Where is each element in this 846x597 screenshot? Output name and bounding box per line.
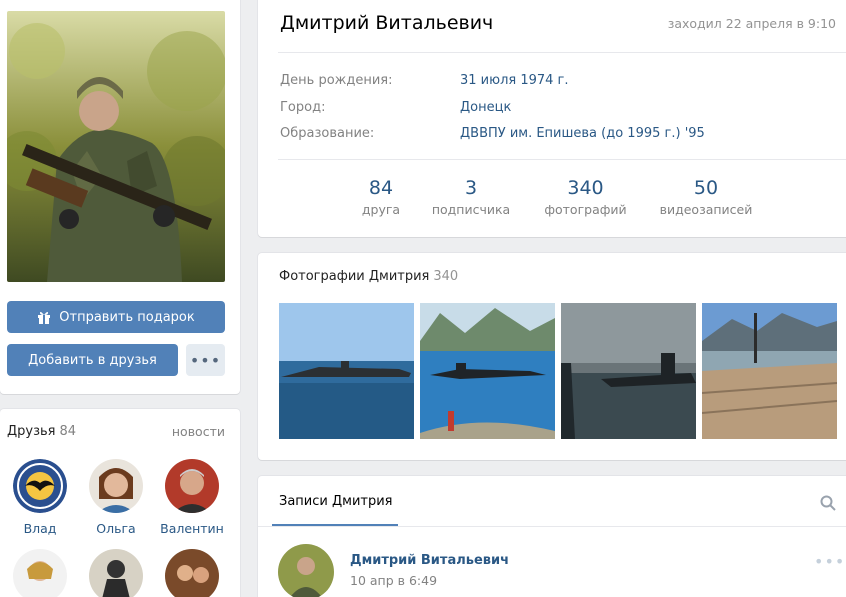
friend-item[interactable] xyxy=(81,549,151,597)
profile-photo[interactable] xyxy=(7,11,225,282)
counter-value: 84 xyxy=(368,177,394,199)
send-gift-label: Отправить подарок xyxy=(59,309,195,325)
more-actions-button[interactable]: ••• xyxy=(186,344,225,376)
wall-block: Записи Дмитрия Дмитрий Витальевич 10 апр… xyxy=(258,476,846,597)
send-gift-button[interactable]: Отправить подарок xyxy=(7,301,225,333)
friend-avatar xyxy=(165,549,219,597)
friend-item[interactable] xyxy=(5,549,75,597)
friend-avatar xyxy=(165,459,219,513)
photo-thumbnail[interactable] xyxy=(279,303,414,439)
photos-count: 340 xyxy=(433,269,459,284)
counter-value: 340 xyxy=(567,177,604,199)
friend-avatar xyxy=(13,549,67,597)
counter-label: фотографий xyxy=(544,202,627,217)
friends-header[interactable]: Друзья 84 xyxy=(7,424,76,439)
photo-thumbnail[interactable] xyxy=(702,303,837,439)
photo-thumbnail[interactable] xyxy=(420,303,555,439)
divider xyxy=(278,52,846,53)
counter-label: друга xyxy=(361,202,401,217)
info-value-link[interactable]: 31 июля 1974 г. xyxy=(460,73,569,88)
profile-info-card: Дмитрий Витальевич заходил 22 апреля в 9… xyxy=(258,0,846,237)
post-more-icon[interactable]: ••• xyxy=(814,552,845,571)
friends-count: 84 xyxy=(59,424,77,439)
gift-icon xyxy=(38,311,51,324)
info-value-link[interactable]: Донецк xyxy=(460,100,511,115)
last-seen-status: заходил 22 апреля в 9:10 xyxy=(667,16,836,31)
friend-avatar xyxy=(89,459,143,513)
add-friend-button[interactable]: Добавить в друзья xyxy=(7,344,178,376)
search-icon[interactable] xyxy=(820,495,836,515)
divider xyxy=(258,526,846,527)
friend-avatar xyxy=(13,459,67,513)
friends-news-link[interactable]: новости xyxy=(172,424,225,439)
friend-item[interactable]: Валентин xyxy=(157,459,227,536)
profile-name: Дмитрий Витальевич xyxy=(280,12,494,34)
post-author-avatar[interactable] xyxy=(278,544,334,597)
post-date[interactable]: 10 апр в 6:49 xyxy=(350,573,437,588)
photos-block: Фотографии Дмитрия 340 xyxy=(258,253,846,460)
photos-header[interactable]: Фотографии Дмитрия 340 xyxy=(279,269,458,284)
friend-item[interactable] xyxy=(157,549,227,597)
info-label: День рождения: xyxy=(280,73,393,88)
friend-name: Валентин xyxy=(160,521,224,536)
photos-title: Фотографии Дмитрия xyxy=(279,269,430,284)
tab-wall-posts[interactable]: Записи Дмитрия xyxy=(279,494,392,509)
friend-item[interactable]: Ольга xyxy=(81,459,151,536)
counter-value: 3 xyxy=(464,177,478,199)
friend-name: Влад xyxy=(23,521,57,536)
counter-label: видеозаписей xyxy=(659,202,753,217)
avatar-card: Отправить подарок Добавить в друзья ••• xyxy=(0,0,240,394)
photo-thumbnail[interactable] xyxy=(561,303,696,439)
friends-block: Друзья 84 новости Влад Ольга Валентин xyxy=(0,409,240,597)
counter-followers[interactable]: 3 подписчика xyxy=(426,177,516,217)
friend-item[interactable]: Влад xyxy=(5,459,75,536)
counter-videos[interactable]: 50 видеозаписей xyxy=(651,177,761,217)
friend-avatar xyxy=(89,549,143,597)
counter-friends[interactable]: 84 друга xyxy=(346,177,416,217)
counter-value: 50 xyxy=(693,177,719,199)
more-icon: ••• xyxy=(189,350,222,370)
post-author-name[interactable]: Дмитрий Витальевич xyxy=(350,553,509,568)
counter-photos[interactable]: 340 фотографий xyxy=(538,177,633,217)
add-friend-label: Добавить в друзья xyxy=(28,352,157,368)
friend-name: Ольга xyxy=(96,521,136,536)
info-label: Город: xyxy=(280,100,326,115)
info-label: Образование: xyxy=(280,126,375,141)
info-value-link[interactable]: ДВВПУ им. Епишева (до 1995 г.) '95 xyxy=(460,126,705,141)
divider xyxy=(278,159,846,160)
friends-title: Друзья xyxy=(7,424,56,439)
counter-label: подписчика xyxy=(431,202,511,217)
